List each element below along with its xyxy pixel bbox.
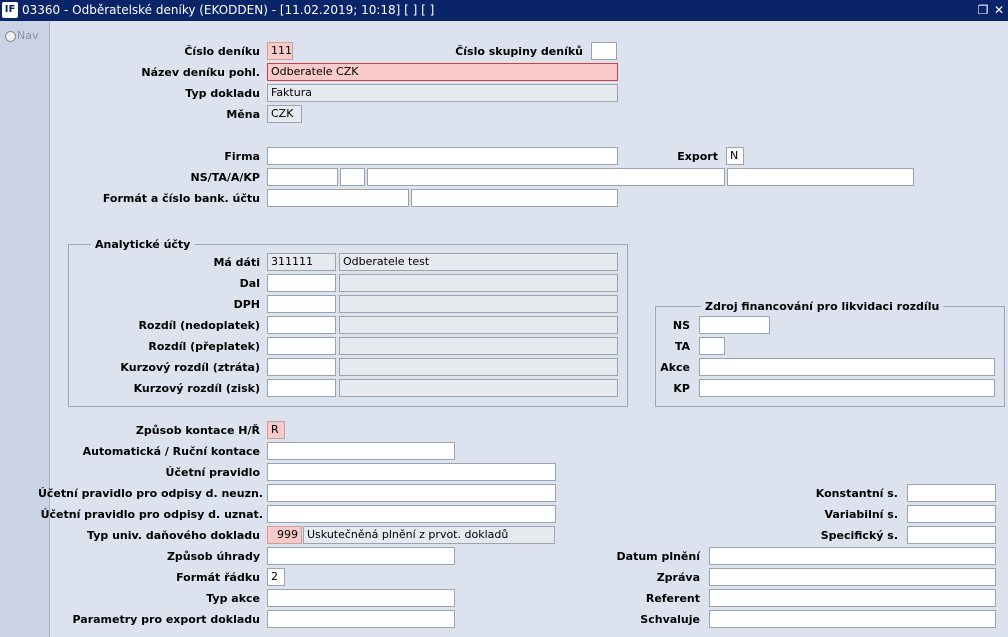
typ-univ-desc: Uskutečněná plnění z prvot. dokladů <box>303 526 555 544</box>
variabilni-field[interactable] <box>907 505 996 523</box>
zdroj-ns-label: NS <box>672 319 690 332</box>
zdroj-akce-label: Akce <box>660 361 690 374</box>
akce-field[interactable] <box>367 168 725 186</box>
parametry-field[interactable] <box>267 610 455 628</box>
automaticka-kontace-field[interactable] <box>267 442 455 460</box>
rozdil-nedoplatek-label: Rozdíl (nedoplatek) <box>138 319 260 332</box>
typ-univ-code[interactable]: 999 <box>267 526 302 544</box>
zdroj-title: Zdroj financování pro likvidaci rozdílu <box>701 300 944 313</box>
title-bar: IF 03360 - Odběratelské deníky (EKODDEN)… <box>0 0 1008 21</box>
typ-dokladu-field[interactable]: Faktura <box>267 84 618 102</box>
rozdil-preplatek-code[interactable] <box>267 337 336 355</box>
zdroj-ta-field[interactable] <box>699 337 725 355</box>
cislo-skupiny-label: Číslo skupiny deníků <box>455 45 583 58</box>
dph-desc <box>339 295 618 313</box>
kurzovy-zisk-code[interactable] <box>267 379 336 397</box>
cislo-deniku-field[interactable]: 111 <box>267 42 293 60</box>
ucetni-pravidlo-field[interactable] <box>267 463 556 481</box>
firma-field[interactable] <box>267 147 618 165</box>
ta-field[interactable] <box>340 168 365 186</box>
dal-desc <box>339 274 618 292</box>
pravidlo-uznat-field[interactable] <box>267 505 556 523</box>
dph-code[interactable] <box>267 295 336 313</box>
pravidlo-neuzn-label: Účetní pravidlo pro odpisy d. neuzn. <box>37 487 263 500</box>
ma-dati-label: Má dáti <box>213 256 260 269</box>
ucetni-pravidlo-label: Účetní pravidlo <box>165 466 260 479</box>
datum-plneni-label: Datum plnění <box>616 550 700 563</box>
export-field[interactable]: N <box>726 147 744 165</box>
konstantni-label: Konstantní s. <box>815 487 898 500</box>
pravidlo-uznat-label: Účetní pravidlo pro odpisy d. uznat. <box>40 508 263 521</box>
nazev-deniku-field[interactable]: Odberatele CZK <box>267 63 618 81</box>
specificky-field[interactable] <box>907 526 996 544</box>
zprava-label: Zpráva <box>656 571 700 584</box>
zpusob-uhrady-label: Způsob úhrady <box>166 550 260 563</box>
zdroj-ta-label: TA <box>674 340 690 353</box>
mena-label: Měna <box>226 108 260 121</box>
rozdil-preplatek-label: Rozdíl (přeplatek) <box>148 340 260 353</box>
zdroj-ns-field[interactable] <box>699 316 770 334</box>
typ-akce-label: Typ akce <box>206 592 260 605</box>
variabilni-label: Variabilní s. <box>824 508 898 521</box>
referent-field[interactable] <box>709 589 996 607</box>
typ-dokladu-label: Typ dokladu <box>185 87 260 100</box>
format-radku-label: Formát řádku <box>176 571 260 584</box>
bank-account-field[interactable] <box>411 189 618 207</box>
cislo-skupiny-field[interactable] <box>591 42 617 60</box>
zpusob-kontace-field[interactable]: R <box>267 421 285 439</box>
close-icon[interactable]: ✕ <box>992 3 1006 17</box>
zprava-field[interactable] <box>709 568 996 586</box>
zdroj-kp-label: KP <box>673 382 690 395</box>
bank-label: Formát a číslo bank. účtu <box>102 192 260 205</box>
dal-code[interactable] <box>267 274 336 292</box>
zdroj-kp-field[interactable] <box>699 379 995 397</box>
restore-icon[interactable]: ❐ <box>976 3 990 17</box>
referent-label: Referent <box>645 592 700 605</box>
zdroj-akce-field[interactable] <box>699 358 995 376</box>
konstantni-field[interactable] <box>907 484 996 502</box>
parametry-label: Parametry pro export dokladu <box>72 613 260 626</box>
nav-radio-icon[interactable] <box>5 31 16 42</box>
ns-ta-label: NS/TA/A/KP <box>190 171 260 184</box>
datum-plneni-field[interactable] <box>709 547 996 565</box>
app-logo-icon: IF <box>2 2 18 18</box>
rozdil-nedoplatek-code[interactable] <box>267 316 336 334</box>
schvaluje-label: Schvaluje <box>640 613 700 626</box>
dal-label: Dal <box>239 277 260 290</box>
firma-label: Firma <box>224 150 260 163</box>
typ-akce-field[interactable] <box>267 589 455 607</box>
automaticka-kontace-label: Automatická / Ruční kontace <box>82 445 260 458</box>
cislo-deniku-label: Číslo deníku <box>184 45 260 58</box>
zpusob-kontace-label: Způsob kontace H/Ř <box>135 424 260 437</box>
kurzovy-ztrata-label: Kurzový rozdíl (ztráta) <box>120 361 260 374</box>
ma-dati-code[interactable]: 311111 <box>267 253 336 271</box>
kurzovy-ztrata-desc <box>339 358 618 376</box>
left-nav-bar: Nav <box>0 21 50 637</box>
zpusob-uhrady-field[interactable] <box>267 547 455 565</box>
format-radku-field[interactable]: 2 <box>267 568 285 586</box>
ns-field[interactable] <box>267 168 338 186</box>
nazev-deniku-label: Název deníku pohl. <box>141 66 260 79</box>
analyticke-ucty-title: Analytické účty <box>91 238 195 251</box>
kurzovy-zisk-desc <box>339 379 618 397</box>
bank-format-field[interactable] <box>267 189 409 207</box>
rozdil-preplatek-desc <box>339 337 618 355</box>
nav-label: Nav <box>17 29 39 42</box>
window-title: 03360 - Odběratelské deníky (EKODDEN) - … <box>22 3 435 17</box>
pravidlo-neuzn-field[interactable] <box>267 484 556 502</box>
ma-dati-desc: Odberatele test <box>339 253 618 271</box>
kp-field[interactable] <box>727 168 914 186</box>
kurzovy-ztrata-code[interactable] <box>267 358 336 376</box>
kurzovy-zisk-label: Kurzový rozdíl (zisk) <box>133 382 260 395</box>
mena-field[interactable]: CZK <box>267 105 302 123</box>
typ-univ-label: Typ univ. daňového dokladu <box>87 529 260 542</box>
rozdil-nedoplatek-desc <box>339 316 618 334</box>
schvaluje-field[interactable] <box>709 610 996 628</box>
dph-label: DPH <box>233 298 260 311</box>
export-label: Export <box>677 150 718 163</box>
specificky-label: Specifický s. <box>820 529 898 542</box>
